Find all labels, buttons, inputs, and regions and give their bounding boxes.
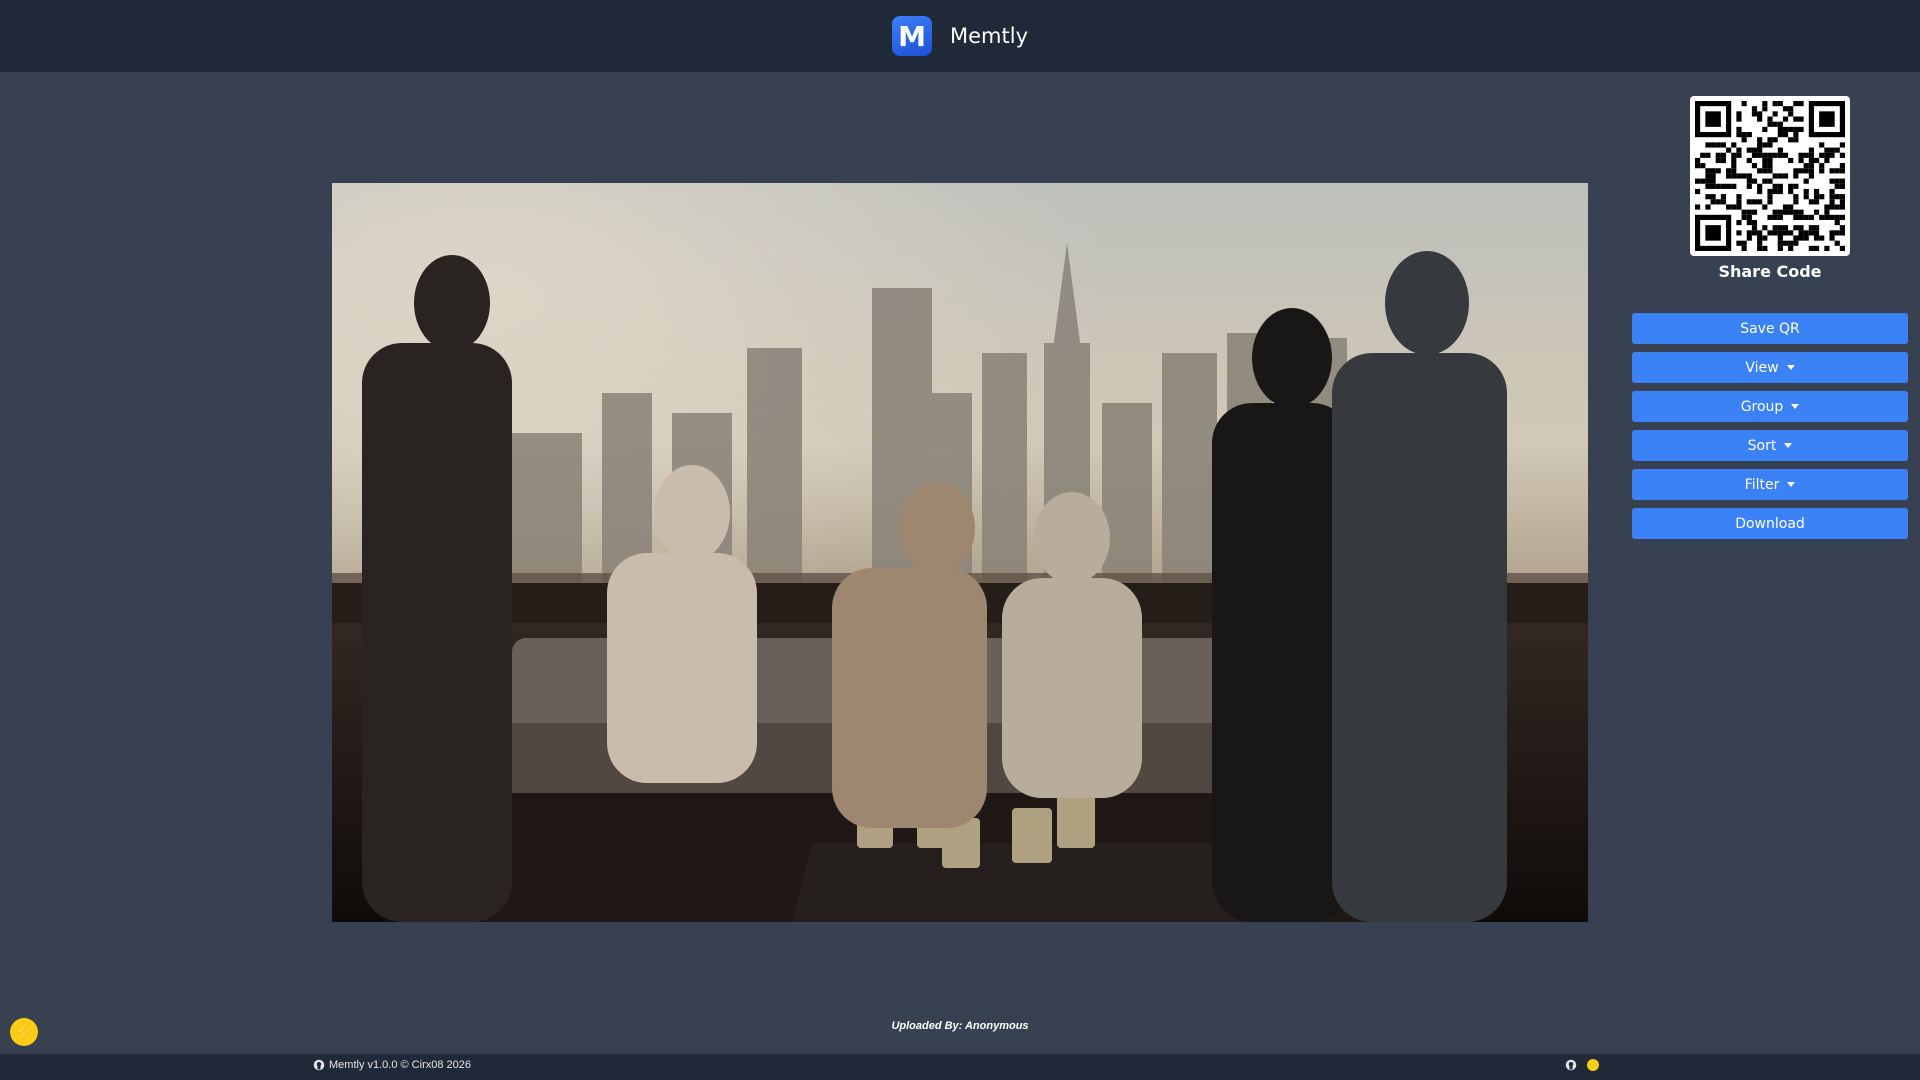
share-qr-code[interactable]	[1690, 96, 1850, 256]
group-dropdown-button[interactable]: Group	[1632, 391, 1908, 422]
action-panel: Save QR View Group Sort Filter Download	[1632, 313, 1908, 539]
qr-code-image	[1695, 101, 1845, 251]
sort-dropdown-button[interactable]: Sort	[1632, 430, 1908, 461]
footer-text: Memtly v1.0.0 © Cirx08 2026	[329, 1059, 471, 1071]
footer-credit: Memtly v1.0.0 © Cirx08 2026	[313, 1059, 471, 1071]
filter-label: Filter	[1744, 476, 1780, 493]
lightning-icon[interactable]: ⚡	[10, 1018, 38, 1046]
download-button[interactable]: Download	[1632, 508, 1908, 539]
caret-down-icon	[1791, 404, 1800, 409]
download-label: Download	[1735, 515, 1805, 532]
uploaded-by-text: Uploaded By: Anonymous	[891, 1020, 1029, 1032]
view-dropdown-button[interactable]: View	[1632, 352, 1908, 383]
share-code-label: Share Code	[1718, 262, 1822, 281]
github-icon[interactable]	[1565, 1059, 1577, 1071]
save-qr-label: Save QR	[1740, 320, 1800, 337]
caret-down-icon	[1787, 482, 1796, 487]
caret-down-icon	[1784, 443, 1793, 448]
coffee-icon[interactable]	[1587, 1059, 1599, 1071]
sort-label: Sort	[1747, 437, 1777, 454]
brand[interactable]: M Memtly	[892, 16, 1028, 56]
caret-down-icon	[1786, 365, 1795, 370]
app-logo: M	[892, 16, 932, 56]
footer-links	[1565, 1059, 1599, 1071]
view-label: View	[1745, 359, 1779, 376]
app-title: Memtly	[950, 24, 1028, 48]
save-qr-button[interactable]: Save QR	[1632, 313, 1908, 344]
top-bar: M Memtly	[0, 0, 1920, 72]
filter-dropdown-button[interactable]: Filter	[1632, 469, 1908, 500]
photo-image	[332, 183, 1588, 922]
gallery-photo[interactable]	[332, 183, 1588, 922]
github-icon[interactable]	[313, 1059, 325, 1071]
footer: Memtly v1.0.0 © Cirx08 2026	[0, 1054, 1920, 1080]
group-label: Group	[1740, 398, 1784, 415]
